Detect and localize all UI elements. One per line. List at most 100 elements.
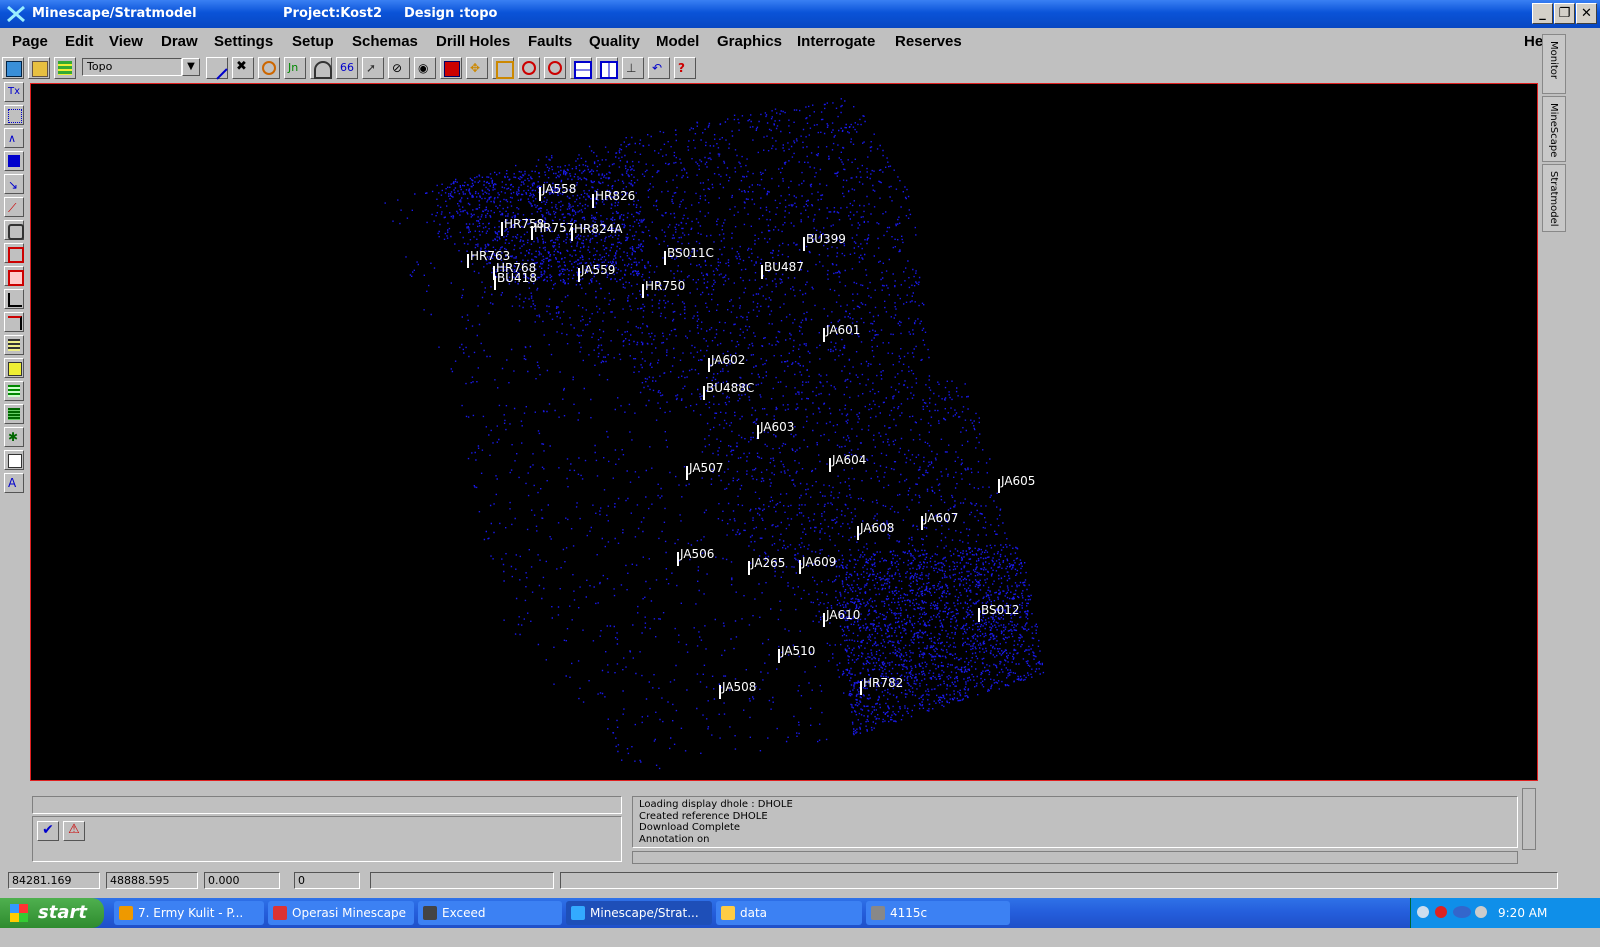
layer-select[interactable]: Topo <box>82 58 182 76</box>
menu-graphics[interactable]: Graphics <box>717 33 782 50</box>
topo-points <box>384 98 1045 770</box>
task-label: Operasi Minescape <box>292 906 407 920</box>
attributes-icon <box>8 339 20 351</box>
help-pointer-button[interactable]: ? <box>674 57 696 79</box>
message-line: Annotation on <box>639 833 710 845</box>
start-button[interactable]: start <box>0 898 104 928</box>
new-page-button[interactable] <box>2 57 24 79</box>
pointer-button[interactable]: ➚ <box>362 57 384 79</box>
filter-button[interactable] <box>310 57 332 79</box>
polygon-tool-button[interactable] <box>4 151 24 171</box>
fit-button[interactable] <box>440 57 462 79</box>
status-message <box>560 872 1558 889</box>
task-label: Exceed <box>442 906 486 920</box>
report-icon <box>8 454 22 468</box>
message-vertical-scrollbar[interactable] <box>1522 788 1536 850</box>
zoom-out-button[interactable] <box>544 57 566 79</box>
task-operasi-minescape[interactable]: Operasi Minescape <box>268 901 414 925</box>
menu-reserves[interactable]: Reserves <box>895 33 962 50</box>
text-tool-button[interactable]: Tx <box>4 82 24 102</box>
edit-attributes-button[interactable] <box>4 335 24 355</box>
graphics-canvas[interactable]: JA558 HR826 HR758 HR757 HR824A HR763 HR7… <box>30 83 1538 781</box>
extend-tool-button[interactable] <box>4 312 24 332</box>
menu-page[interactable]: Page <box>12 33 48 50</box>
annotation-tool-button[interactable]: A <box>4 473 24 493</box>
menu-drill-holes[interactable]: Drill Holes <box>436 33 510 50</box>
cross-icon: ✖ <box>236 59 247 74</box>
menu-model[interactable]: Model <box>656 33 699 50</box>
lock-icon <box>8 224 24 240</box>
pencil-icon <box>119 906 133 920</box>
window-zoom-button[interactable] <box>492 57 514 79</box>
tab-monitor[interactable]: Monitor <box>1542 34 1566 94</box>
status-y-coordinate: 48888.595 <box>106 872 198 889</box>
split-horizontal-button[interactable] <box>570 57 592 79</box>
menu-interrogate[interactable]: Interrogate <box>797 33 875 50</box>
menu-settings[interactable]: Settings <box>214 33 273 50</box>
close-button[interactable]: ✕ <box>1576 3 1597 24</box>
network-tray-icon[interactable] <box>1453 906 1471 918</box>
hide-button[interactable]: ⊘ <box>388 57 410 79</box>
hatch-icon <box>8 362 22 376</box>
delete-tool-button[interactable] <box>4 266 24 286</box>
task-data-folder[interactable]: data <box>716 901 862 925</box>
move-tool-button[interactable]: ↘ <box>4 174 24 194</box>
annotate-button[interactable]: Jn <box>284 57 306 79</box>
tray-arrow-icon[interactable] <box>1417 906 1429 918</box>
command-input[interactable] <box>32 796 622 814</box>
network-icon <box>871 906 885 920</box>
task-exceed[interactable]: Exceed <box>418 901 562 925</box>
message-line: Created reference DHOLE <box>639 810 768 822</box>
menu-schemas[interactable]: Schemas <box>352 33 418 50</box>
task-label: Minescape/Strat... <box>590 906 699 920</box>
list-icon <box>8 408 20 420</box>
message-horizontal-scrollbar[interactable] <box>632 851 1518 864</box>
report-tool-button[interactable] <box>4 450 24 470</box>
trim-tool-button[interactable]: ⟋ <box>4 197 24 217</box>
line-tool-button[interactable]: ∧ <box>4 128 24 148</box>
menu-view[interactable]: View <box>109 33 143 50</box>
task-minescape[interactable]: Minescape/Strat... <box>566 901 712 925</box>
copy-tool-button[interactable] <box>4 243 24 263</box>
layers-button[interactable] <box>54 57 76 79</box>
split-vertical-button[interactable] <box>596 57 618 79</box>
open-button[interactable] <box>28 57 50 79</box>
tab-minescape[interactable]: MineScape <box>1542 96 1566 162</box>
list-tool-button[interactable] <box>4 404 24 424</box>
cut-button[interactable]: ✖ <box>232 57 254 79</box>
menu-setup[interactable]: Setup <box>292 33 334 50</box>
menu-quality[interactable]: Quality <box>589 33 640 50</box>
task-ermy-kulit[interactable]: 7. Ermy Kulit - P... <box>114 901 264 925</box>
accept-icon[interactable]: ✔ <box>37 821 59 841</box>
menu-faults[interactable]: Faults <box>528 33 572 50</box>
refresh-button[interactable] <box>258 57 280 79</box>
view-button[interactable]: ◉ <box>414 57 436 79</box>
task-4115c[interactable]: 4115c <box>866 901 1010 925</box>
command-area: ✔ ⚠ <box>32 796 622 864</box>
split-horizontal-icon <box>574 61 592 79</box>
table-tool-button[interactable] <box>4 381 24 401</box>
volume-icon[interactable] <box>1475 906 1487 918</box>
menu-draw[interactable]: Draw <box>161 33 198 50</box>
tab-stratmodel[interactable]: Stratmodel <box>1542 164 1566 232</box>
points-tool-button[interactable] <box>4 105 24 125</box>
shield-icon[interactable] <box>1435 906 1447 918</box>
zoom-in-button[interactable] <box>518 57 540 79</box>
minimize-button[interactable]: _ <box>1532 3 1553 24</box>
edit-tool-button[interactable] <box>206 57 228 80</box>
warning-icon[interactable]: ⚠ <box>63 821 85 841</box>
undo-button[interactable]: ↶ <box>648 57 670 79</box>
hatch-tool-button[interactable] <box>4 358 24 378</box>
binoculars-button[interactable]: 66 <box>336 57 358 79</box>
corner-tool-button[interactable] <box>4 289 24 309</box>
section-button[interactable]: ⊥ <box>622 57 644 79</box>
menu-edit[interactable]: Edit <box>65 33 93 50</box>
folder-icon <box>32 61 48 77</box>
restore-button[interactable]: ❐ <box>1554 3 1575 24</box>
chevron-down-icon[interactable]: ▼ <box>182 58 200 76</box>
pan-button[interactable]: ✥ <box>466 57 488 79</box>
zoom-in-icon <box>522 61 536 75</box>
task-label: 4115c <box>890 906 928 920</box>
lock-tool-button[interactable] <box>4 220 24 240</box>
grid-tool-button[interactable]: ✱ <box>4 427 24 447</box>
